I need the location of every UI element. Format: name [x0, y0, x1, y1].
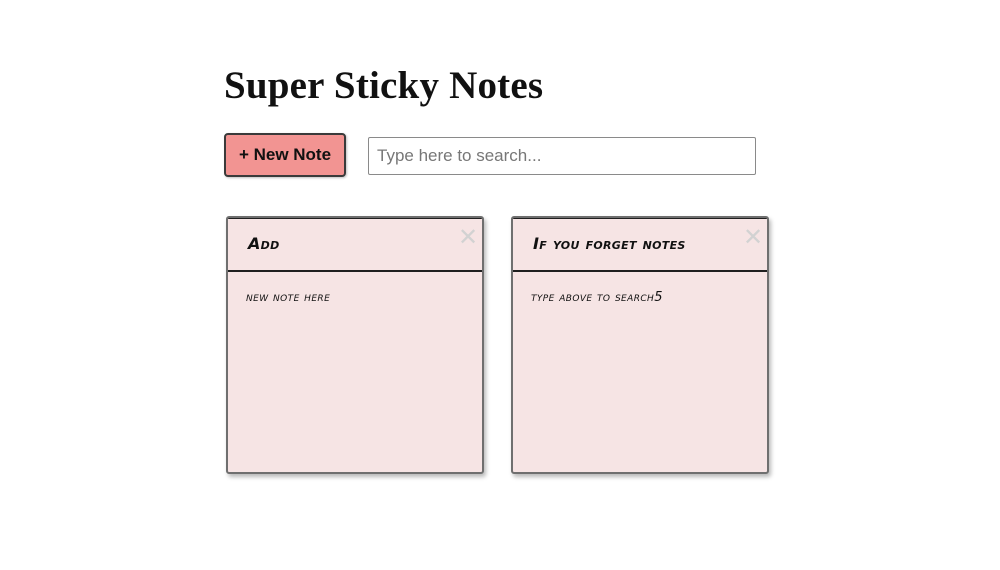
- note-title[interactable]: If you forget notes: [533, 234, 686, 253]
- note-description[interactable]: type above to search5: [531, 290, 753, 305]
- close-icon[interactable]: ✕: [741, 225, 765, 249]
- new-note-button[interactable]: + New Note: [224, 133, 346, 177]
- note-title[interactable]: Add: [248, 234, 280, 253]
- search-input[interactable]: [368, 137, 756, 175]
- note-header: If you forget notes ✕: [513, 218, 767, 272]
- app-container: Super Sticky Notes + New Note Add ✕ new …: [224, 60, 784, 476]
- notes-list: Add ✕ new note here If you forget notes …: [224, 216, 784, 476]
- note-header: Add ✕: [228, 218, 482, 272]
- note-card: Add ✕ new note here: [226, 216, 484, 474]
- close-icon[interactable]: ✕: [456, 225, 480, 249]
- note-card: If you forget notes ✕ type above to sear…: [511, 216, 769, 474]
- note-description[interactable]: new note here: [246, 290, 468, 305]
- page-title: Super Sticky Notes: [224, 64, 544, 107]
- toolbar: + New Note: [224, 133, 784, 179]
